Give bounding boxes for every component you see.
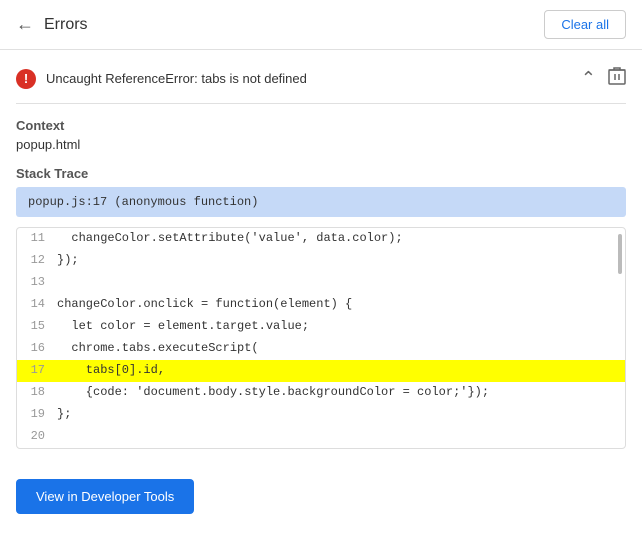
collapse-icon[interactable]: ⌃ xyxy=(581,68,596,89)
line-number: 18 xyxy=(17,384,53,399)
line-code: {code: 'document.body.style.backgroundCo… xyxy=(53,384,625,399)
line-code xyxy=(53,274,625,275)
line-number: 11 xyxy=(17,230,53,245)
error-item: ! Uncaught ReferenceError: tabs is not d… xyxy=(16,50,626,104)
code-scrollbar[interactable] xyxy=(617,228,623,448)
main-content: ! Uncaught ReferenceError: tabs is not d… xyxy=(0,50,642,465)
error-actions: ⌃ xyxy=(581,66,626,91)
line-code: changeColor.onclick = function(element) … xyxy=(53,296,625,311)
delete-icon[interactable] xyxy=(608,66,626,91)
line-number: 13 xyxy=(17,274,53,289)
code-line: 17 tabs[0].id, xyxy=(17,360,625,382)
stack-trace-label: Stack Trace xyxy=(16,166,626,181)
line-code: changeColor.setAttribute('value', data.c… xyxy=(53,230,625,245)
code-line: 18 {code: 'document.body.style.backgroun… xyxy=(17,382,625,404)
code-line: 13 xyxy=(17,272,625,294)
context-value: popup.html xyxy=(16,137,626,152)
code-block: 11 changeColor.setAttribute('value', dat… xyxy=(16,227,626,449)
error-message: Uncaught ReferenceError: tabs is not def… xyxy=(46,71,307,86)
code-line: 16 chrome.tabs.executeScript( xyxy=(17,338,625,360)
clear-all-button[interactable]: Clear all xyxy=(544,10,626,39)
code-line: 19}; xyxy=(17,404,625,426)
line-number: 15 xyxy=(17,318,53,333)
line-number: 12 xyxy=(17,252,53,267)
line-code: let color = element.target.value; xyxy=(53,318,625,333)
error-icon: ! xyxy=(16,69,36,89)
stack-trace-value: popup.js:17 (anonymous function) xyxy=(16,187,626,217)
line-code xyxy=(53,428,625,429)
scrollbar-thumb xyxy=(618,234,622,274)
line-number: 16 xyxy=(17,340,53,355)
line-code: tabs[0].id, xyxy=(53,362,625,377)
header: ← Errors Clear all xyxy=(0,0,642,50)
code-line: 12}); xyxy=(17,250,625,272)
line-number: 17 xyxy=(17,362,53,377)
header-left: ← Errors xyxy=(16,14,88,35)
line-code: chrome.tabs.executeScript( xyxy=(53,340,625,355)
code-line: 20 xyxy=(17,426,625,448)
code-line: 11 changeColor.setAttribute('value', dat… xyxy=(17,228,625,250)
view-devtools-button[interactable]: View in Developer Tools xyxy=(16,479,194,514)
line-code: }); xyxy=(53,252,625,267)
code-line: 15 let color = element.target.value; xyxy=(17,316,625,338)
error-left: ! Uncaught ReferenceError: tabs is not d… xyxy=(16,69,581,89)
code-line: 14changeColor.onclick = function(element… xyxy=(17,294,625,316)
back-button[interactable]: ← xyxy=(16,14,34,35)
page-title: Errors xyxy=(44,16,88,34)
line-number: 19 xyxy=(17,406,53,421)
context-label: Context xyxy=(16,118,626,133)
line-code: }; xyxy=(53,406,625,421)
line-number: 14 xyxy=(17,296,53,311)
bottom-bar: View in Developer Tools xyxy=(0,465,642,528)
line-number: 20 xyxy=(17,428,53,443)
